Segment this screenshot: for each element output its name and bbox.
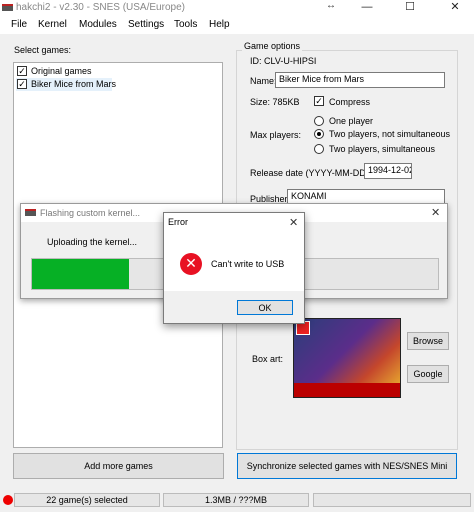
flashing-dialog-title: Flashing custom kernel... [40,208,141,218]
window-title: hakchi2 - v2.30 - SNES (USA/Europe) [16,2,185,13]
ok-button[interactable]: OK [237,300,293,315]
flash-app-icon [25,209,36,216]
size-status: 1.3MB / ???MB [163,493,309,507]
game-item-biker-mice[interactable]: ✓ Biker Mice from Mars [16,78,116,91]
games-label: Select games: [14,45,72,55]
title-bar: hakchi2 - v2.30 - SNES (USA/Europe) ↔ — … [0,0,474,16]
release-date-field[interactable]: 1994-12-02 [364,163,412,179]
menu-tools[interactable]: Tools [174,19,197,30]
two-players-not-simultaneous-label: Two players, not simultaneous [329,129,451,139]
error-dialog-title: Error [168,217,188,227]
maximize-button[interactable]: ☐ [395,0,425,16]
two-players-simultaneous-label: Two players, simultaneous [329,144,436,154]
menu-modules[interactable]: Modules [79,19,117,30]
minimize-button[interactable]: — [352,0,382,16]
upload-progress-fill [32,259,130,289]
radio-two-players-simultaneous[interactable] [314,144,324,154]
uploading-message: Uploading the kernel... [47,237,138,247]
name-field[interactable]: Biker Mice from Mars [275,72,445,88]
name-label: Name: [250,76,277,86]
one-player-label: One player [329,116,374,126]
release-date-label: Release date (YYYY-MM-DD): [250,168,372,178]
browse-button[interactable]: Browse [407,332,449,350]
google-button[interactable]: Google [407,365,449,383]
error-dialog-title-bar: Error ✕ [164,213,304,233]
storage-progress [313,493,471,507]
menu-file[interactable]: File [11,19,27,30]
box-art-image[interactable] [293,318,401,398]
error-message: Can't write to USB [211,259,285,269]
error-dialog: Error ✕ ✕ Can't write to USB OK [163,212,305,324]
error-dialog-body: ✕ Can't write to USB [164,233,304,291]
compress-checkbox[interactable]: ✓ [314,96,324,106]
box-art-label: Box art: [252,354,284,364]
max-players-label: Max players: [250,130,302,140]
add-more-games-button[interactable]: Add more games [13,453,224,479]
resize-arrow-icon: ↔ [326,0,336,11]
game-name: Original games [31,66,92,76]
synchronize-button[interactable]: Synchronize selected games with NES/SNES… [237,453,457,479]
error-icon: ✕ [180,253,202,275]
game-name: Biker Mice from Mars [31,79,117,89]
menu-settings[interactable]: Settings [128,19,164,30]
box-art-stripe [294,383,400,397]
game-item-original-games[interactable]: ✓ Original games [16,65,116,78]
game-checkbox[interactable]: ✓ [17,66,27,76]
menu-help[interactable]: Help [209,19,230,30]
flashing-dialog-close-button[interactable]: ✕ [431,206,440,219]
menu-bar: File Kernel Modules Settings Tools Help [0,16,474,34]
size-label: Size: 785KB [250,97,300,107]
app-icon [2,4,13,11]
status-bar: 22 game(s) selected 1.3MB / ???MB [0,490,474,512]
status-indicator-icon [3,495,13,505]
game-options-title: Game options [242,41,303,51]
menu-kernel[interactable]: Kernel [38,19,67,30]
radio-two-players-not-simultaneous[interactable] [314,129,324,139]
selected-count-status: 22 game(s) selected [14,493,160,507]
error-dialog-close-button[interactable]: ✕ [289,216,298,229]
compress-label: Compress [329,97,371,107]
game-checkbox[interactable]: ✓ [17,79,27,89]
game-id: ID: CLV-U-HIPSI [250,56,317,66]
close-button[interactable]: ✕ [440,0,470,16]
radio-one-player[interactable] [314,116,324,126]
